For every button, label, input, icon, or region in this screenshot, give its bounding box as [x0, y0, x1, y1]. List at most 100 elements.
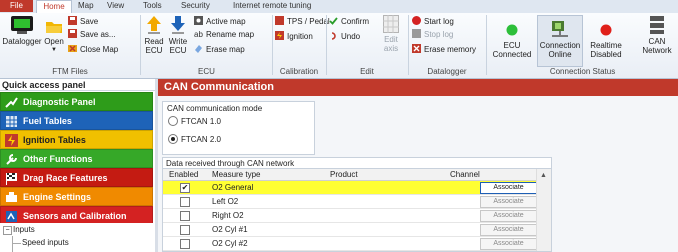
can-network-button[interactable]: CAN Network — [637, 15, 677, 55]
measure-type-cell: O2 General — [212, 183, 254, 192]
tab-security[interactable]: Security — [181, 0, 210, 12]
ignition-button[interactable]: Ignition — [275, 30, 313, 43]
connection-online-label: Connection Online — [539, 41, 581, 59]
confirm-button[interactable]: Confirm — [329, 15, 369, 28]
undo-icon — [329, 31, 338, 41]
tab-tools[interactable]: Tools — [143, 0, 162, 12]
table-row[interactable]: O2 Cyl #1 Associate — [163, 223, 537, 237]
active-map-icon — [194, 16, 203, 26]
tps-pedal-label: TPS / Pedal — [287, 17, 330, 26]
tree-collapse-toggle[interactable]: − — [3, 226, 12, 235]
read-ecu-label: Read ECU — [144, 37, 164, 55]
group-label-edit: Edit — [360, 67, 374, 76]
save-button[interactable]: Save — [68, 15, 98, 28]
vertical-scrollbar[interactable]: ▲ — [536, 169, 551, 251]
radio-circle — [168, 116, 178, 126]
connection-online-button[interactable]: Connection Online — [537, 15, 583, 67]
tree-node-speed-inputs[interactable]: Speed inputs — [22, 238, 69, 247]
tab-internet-remote-tuning[interactable]: Internet remote tuning — [233, 0, 311, 12]
active-map-button[interactable]: Active map — [194, 15, 246, 28]
read-ecu-button[interactable]: Read ECU — [143, 15, 165, 55]
write-ecu-label: Write ECU — [168, 37, 188, 55]
eraser-icon — [194, 44, 203, 54]
svg-text:ab: ab — [194, 30, 203, 38]
tab-file[interactable]: File — [0, 0, 33, 12]
sidebar-item-fuel-tables[interactable]: Fuel Tables — [0, 111, 153, 130]
erase-map-button[interactable]: Erase map — [194, 43, 245, 56]
sidebar-item-drag-race-features[interactable]: Drag Race Features — [0, 168, 153, 187]
can-data-grid: Enabled Measure type Product Channel ✔ O… — [162, 168, 552, 252]
stop-log-label: Stop log — [424, 30, 454, 39]
sidebar-item-other-functions[interactable]: Other Functions — [0, 149, 153, 168]
associate-button[interactable]: Associate — [480, 182, 537, 194]
associate-button[interactable]: Associate — [480, 224, 537, 236]
table-row[interactable]: Left O2 Associate — [163, 195, 537, 209]
sidebar-item-engine-settings[interactable]: Engine Settings — [0, 187, 153, 206]
group-label-ftm-files: FTM Files — [52, 67, 88, 76]
erase-map-label: Erase map — [206, 45, 245, 54]
datalogger-button[interactable]: Datalogger — [2, 15, 42, 46]
tab-map[interactable]: Map — [78, 0, 94, 12]
sidebar-item-label: Sensors and Calibration — [23, 211, 127, 221]
open-label: Open — [44, 37, 64, 46]
close-map-button[interactable]: Close Map — [68, 43, 118, 56]
flag-icon — [5, 172, 18, 185]
network-icon — [550, 19, 570, 39]
enabled-checkbox[interactable] — [180, 197, 190, 207]
tree-node-inputs[interactable]: Inputs — [13, 225, 35, 234]
enabled-checkbox[interactable]: ✔ — [180, 183, 190, 193]
sensor-icon — [5, 210, 18, 223]
arrow-up-icon — [146, 15, 162, 35]
erase-memory-label: Erase memory — [424, 45, 477, 54]
column-header-enabled[interactable]: Enabled — [169, 169, 198, 180]
stop-log-button[interactable]: Stop log — [412, 28, 453, 41]
ribbon-separator — [408, 15, 409, 75]
radio-label: FTCAN 1.0 — [181, 117, 222, 127]
enabled-checkbox[interactable] — [180, 225, 190, 235]
table-row[interactable]: Right O2 Associate — [163, 209, 537, 223]
tree-line — [12, 236, 13, 252]
radio-ftcan-1[interactable]: FTCAN 1.0 — [168, 116, 222, 127]
tps-pedal-button[interactable]: TPS / Pedal — [275, 15, 330, 28]
can-mode-box: CAN communication mode FTCAN 1.0 FTCAN 2… — [162, 101, 315, 155]
rename-map-button[interactable]: ab Rename map — [194, 28, 254, 41]
confirm-label: Confirm — [341, 17, 370, 26]
table-row[interactable]: O2 Cyl #2 Associate — [163, 237, 537, 251]
associate-button[interactable]: Associate — [480, 210, 537, 222]
save-as-button[interactable]: Save as... — [68, 28, 116, 41]
chevron-down-icon[interactable]: ▼ — [43, 46, 65, 55]
fuel-icon — [5, 115, 18, 128]
start-log-label: Start log — [424, 17, 454, 26]
radio-ftcan-2[interactable]: FTCAN 2.0 — [168, 134, 221, 145]
chevron-up-icon[interactable]: ▲ — [540, 172, 547, 179]
sidebar-item-diagnostic-panel[interactable]: Diagnostic Panel — [0, 92, 153, 111]
edit-axis-button[interactable]: Edit axis — [379, 15, 403, 53]
open-button[interactable]: Open ▼ — [43, 15, 65, 55]
tab-view[interactable]: View — [107, 0, 124, 12]
column-header-channel[interactable]: Channel — [450, 169, 480, 180]
column-header-product[interactable]: Product — [330, 169, 358, 180]
folder-open-icon — [45, 19, 63, 35]
realtime-disabled-label: Realtime Disabled — [590, 41, 622, 59]
ribbon-separator — [140, 15, 141, 75]
table-row[interactable]: ✔ O2 General Associate — [163, 181, 537, 195]
write-ecu-button[interactable]: Write ECU — [167, 15, 189, 55]
erase-memory-icon — [412, 44, 421, 54]
rename-map-label: Rename map — [206, 30, 255, 39]
associate-button[interactable]: Associate — [480, 238, 537, 250]
tab-home[interactable]: Home — [36, 0, 72, 14]
sidebar-item-ignition-tables[interactable]: Ignition Tables — [0, 130, 153, 149]
undo-label: Undo — [341, 32, 361, 41]
arrow-down-icon — [170, 15, 186, 35]
erase-memory-button[interactable]: Erase memory — [412, 43, 476, 56]
can-data-title: Data received through CAN network — [162, 157, 552, 168]
enabled-checkbox[interactable] — [180, 239, 190, 249]
start-log-button[interactable]: Start log — [412, 15, 454, 28]
save-as-label: Save as... — [80, 30, 116, 39]
enabled-checkbox[interactable] — [180, 211, 190, 221]
undo-button[interactable]: Undo — [329, 30, 360, 43]
ribbon-tab-bar: File Home Map View Tools Security Intern… — [0, 0, 678, 14]
associate-button[interactable]: Associate — [480, 196, 537, 208]
column-header-measure-type[interactable]: Measure type — [212, 169, 260, 180]
group-label-datalogger: Datalogger — [427, 67, 467, 76]
